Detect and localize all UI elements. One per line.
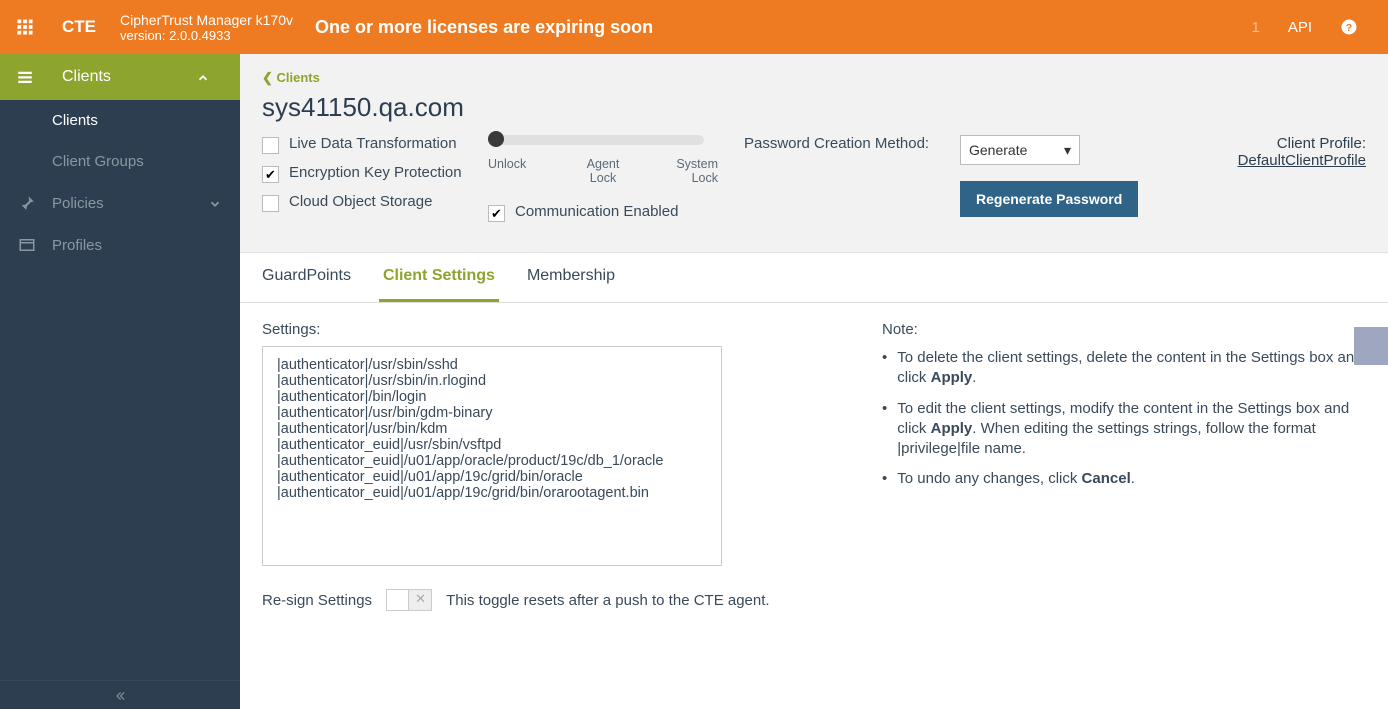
resign-toggle[interactable]: ✕ <box>386 589 432 611</box>
tab-guardpoints[interactable]: GuardPoints <box>258 253 355 302</box>
license-banner: One or more licenses are expiring soon <box>305 17 1251 38</box>
list-icon <box>16 68 48 86</box>
breadcrumb[interactable]: ❮ Clients <box>262 70 1366 86</box>
sidebar-item-profiles[interactable]: Profiles <box>0 224 240 266</box>
checkbox-label: Encryption Key Protection <box>289 164 462 181</box>
sidebar-item-clients[interactable]: Clients <box>0 100 240 141</box>
chevron-down-icon <box>208 195 222 212</box>
note-item: To undo any changes, click Cancel. <box>882 469 1366 489</box>
close-icon: ✕ <box>415 591 426 607</box>
select-value: Generate <box>969 142 1027 158</box>
pwd-method-select[interactable]: Generate ▾ <box>960 135 1080 165</box>
regenerate-password-button[interactable]: Regenerate Password <box>960 181 1138 217</box>
slider-label-agent-lock: Agent Lock <box>573 157 633 185</box>
sidebar-item-label: Policies <box>52 195 104 212</box>
pwd-method-label: Password Creation Method: <box>744 135 934 152</box>
checkbox-comm-enabled[interactable]: Communication Enabled <box>488 203 718 222</box>
checkbox-ldt[interactable]: Live Data Transformation <box>262 135 462 154</box>
window-icon <box>18 236 36 254</box>
checkbox-label: Live Data Transformation <box>289 135 457 152</box>
checkbox-ekp[interactable]: Encryption Key Protection <box>262 164 462 183</box>
client-profile-label: Client Profile: <box>1277 135 1366 152</box>
slider-label-unlock: Unlock <box>488 157 548 185</box>
note-label: Note: <box>882 321 1366 338</box>
checkbox-label: Cloud Object Storage <box>289 193 432 210</box>
note-item: To delete the client settings, delete th… <box>882 348 1366 389</box>
resign-label: Re-sign Settings <box>262 592 372 609</box>
note-item: To edit the client settings, modify the … <box>882 399 1366 460</box>
slider-label-system-lock: System Lock <box>658 157 718 185</box>
checkbox-label: Communication Enabled <box>515 203 678 220</box>
brand-name: CipherTrust Manager k170v <box>120 12 293 28</box>
checkbox-cos[interactable]: Cloud Object Storage <box>262 193 462 212</box>
resign-hint: This toggle resets after a push to the C… <box>446 592 770 609</box>
sidebar-section-label: Clients <box>62 68 111 86</box>
lock-slider[interactable] <box>488 135 718 145</box>
sidebar-item-label: Profiles <box>52 237 102 254</box>
sidebar-item-policies[interactable]: Policies <box>0 182 240 224</box>
svg-text:?: ? <box>1346 22 1352 34</box>
sidebar-collapse[interactable] <box>0 680 240 709</box>
settings-textarea[interactable] <box>262 346 722 566</box>
tab-client-settings[interactable]: Client Settings <box>379 253 499 302</box>
sidebar-item-client-groups[interactable]: Client Groups <box>0 141 240 182</box>
product-label[interactable]: CTE <box>50 17 108 37</box>
brand-block: CipherTrust Manager k170v version: 2.0.0… <box>108 12 305 43</box>
alert-count[interactable]: 1 <box>1251 19 1259 36</box>
help-icon[interactable]: ? <box>1340 18 1358 36</box>
page-title: sys41150.qa.com <box>262 92 1366 123</box>
sidebar-section-clients[interactable]: Clients <box>0 54 240 100</box>
api-link[interactable]: API <box>1288 19 1312 36</box>
side-drawer-handle[interactable] <box>1354 327 1388 365</box>
apps-icon[interactable] <box>0 18 50 36</box>
settings-label: Settings: <box>262 321 320 338</box>
client-profile-link[interactable]: DefaultClientProfile <box>1238 152 1366 169</box>
tab-membership[interactable]: Membership <box>523 253 619 302</box>
brand-version: version: 2.0.0.4933 <box>120 28 293 43</box>
chevron-up-icon <box>196 69 224 85</box>
caret-down-icon: ▾ <box>1064 142 1071 159</box>
pin-icon <box>18 194 36 212</box>
